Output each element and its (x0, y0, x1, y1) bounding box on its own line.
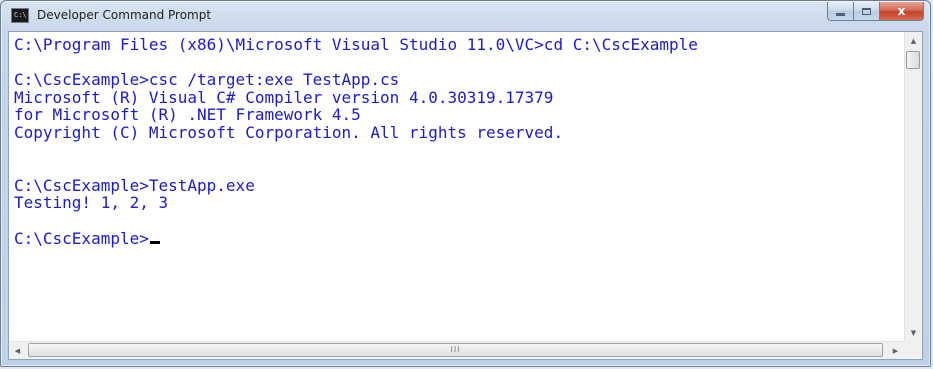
console-line: C:\CscExample>TestApp.exe (14, 175, 904, 195)
vertical-scrollbar[interactable]: ▲ ▼ (904, 32, 922, 341)
console-window: C:\ Developer Command Prompt x C:\Progra… (0, 0, 931, 367)
console-line-text: Testing! 1, 2, 3 (14, 193, 169, 213)
window-title: Developer Command Prompt (37, 8, 212, 22)
text-cursor (149, 240, 160, 244)
console-line: Testing! 1, 2, 3 (14, 194, 904, 212)
console-line-text: Microsoft (R) Visual C# Compiler version… (14, 87, 554, 107)
size-grip (904, 341, 922, 359)
console-line: C:\CscExample> (14, 228, 904, 248)
horizontal-scroll-thumb[interactable]: III (28, 343, 883, 357)
console-icon[interactable]: C:\ (11, 8, 29, 23)
maximize-icon (862, 7, 871, 15)
console-line-text: C:\Program Files (x86)\Microsoft Visual … (14, 35, 698, 54)
console-line-text: Copyright (C) Microsoft Corporation. All… (14, 122, 564, 142)
console-line: Microsoft (R) Visual C# Compiler version… (14, 87, 904, 107)
console-line: for Microsoft (R) .NET Framework 4.5 (14, 106, 904, 124)
vertical-scroll-thumb[interactable] (906, 51, 920, 69)
console-line-text: for Microsoft (R) .NET Framework 4.5 (14, 105, 361, 125)
console-line: Copyright (C) Microsoft Corporation. All… (14, 124, 904, 142)
close-button[interactable]: x (880, 2, 924, 21)
console-line: C:\Program Files (x86)\Microsoft Visual … (14, 36, 904, 54)
minimize-button[interactable] (827, 2, 854, 21)
scroll-up-icon[interactable]: ▲ (905, 32, 922, 49)
minimize-icon (836, 12, 845, 16)
close-icon: x (897, 4, 906, 18)
scroll-right-icon[interactable]: ▶ (887, 342, 904, 359)
horizontal-scrollbar[interactable]: ◀ III ▶ (9, 341, 904, 359)
console-line: C:\CscExample>csc /target:exe TestApp.cs (14, 71, 904, 89)
title-bar[interactable]: C:\ Developer Command Prompt x (1, 1, 930, 31)
console-line-text: C:\CscExample>TestApp.exe (14, 175, 255, 195)
maximize-button[interactable] (854, 2, 880, 21)
caption-buttons: x (827, 2, 924, 22)
console-line-text: C:\CscExample>csc /target:exe TestApp.cs (14, 70, 400, 90)
scroll-grip-icon: III (450, 345, 461, 354)
scroll-down-icon[interactable]: ▼ (905, 324, 922, 341)
console-client-area: C:\Program Files (x86)\Microsoft Visual … (8, 31, 923, 360)
scroll-left-icon[interactable]: ◀ (9, 342, 26, 359)
console-line-text: C:\CscExample> (14, 228, 149, 248)
console-output[interactable]: C:\Program Files (x86)\Microsoft Visual … (9, 32, 904, 341)
